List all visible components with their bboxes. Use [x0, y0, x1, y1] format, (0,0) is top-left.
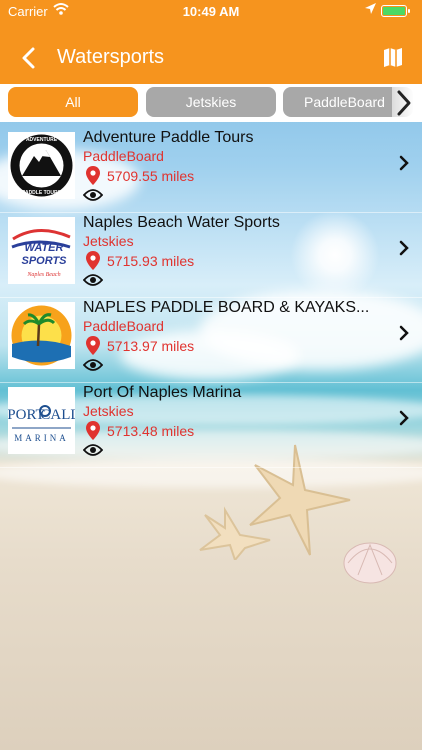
map-icon[interactable] [382, 46, 404, 68]
location-arrow-icon [365, 3, 376, 14]
listing-category: Jetskies [83, 403, 134, 419]
shell-image [343, 542, 397, 584]
app-header: Carrier 10:49 AM Watersports [0, 0, 422, 84]
business-logo [8, 302, 75, 369]
location-pin-icon [86, 251, 100, 270]
chevron-right-icon[interactable] [398, 407, 410, 429]
listing-category: Jetskies [83, 233, 134, 249]
status-bar: Carrier 10:49 AM [0, 0, 422, 22]
listing-name: Adventure Paddle Tours [83, 129, 254, 146]
svg-text:SPORTS: SPORTS [21, 255, 67, 267]
page-title: Watersports [57, 46, 165, 68]
chevron-right-icon[interactable] [398, 237, 410, 259]
list-item[interactable]: WATER SPORTS Naples Beach Naples Beach W… [0, 213, 422, 298]
business-logo: ADVENTURE PADDLE TOURS [8, 132, 75, 199]
svg-text:MARINA: MARINA [14, 433, 69, 443]
location-pin-icon [86, 166, 100, 185]
listing-distance: 5713.48 miles [107, 423, 195, 439]
svg-text:PADDLE TOURS: PADDLE TOURS [22, 190, 62, 196]
eye-icon [83, 189, 103, 201]
list-item[interactable]: ADVENTURE PADDLE TOURS Adventure Paddle … [0, 128, 422, 213]
eye-icon [83, 359, 103, 371]
filter-chip-jetskies[interactable]: Jetskies [146, 87, 276, 117]
svg-text:ADVENTURE: ADVENTURE [26, 137, 58, 143]
battery-icon [381, 5, 410, 17]
location-pin-icon [86, 421, 100, 440]
chevron-right-icon[interactable] [392, 86, 414, 120]
filter-chip-all[interactable]: All [8, 87, 138, 117]
chevron-left-icon[interactable] [18, 44, 42, 72]
chevron-right-icon[interactable] [398, 322, 410, 344]
status-time: 10:49 AM [182, 4, 240, 19]
listing-name: NAPLES PADDLE BOARD & KAYAKS... [83, 299, 370, 316]
eye-icon [83, 444, 103, 456]
listing-name: Port Of Naples Marina [83, 384, 242, 401]
listing-name: Naples Beach Water Sports [83, 214, 280, 231]
listing-category: PaddleBoard [83, 148, 164, 164]
chevron-right-icon[interactable] [398, 152, 410, 174]
location-pin-icon [86, 336, 100, 355]
list-item[interactable]: PORT CALL MARINA Port Of Naples Marina J… [0, 383, 422, 468]
eye-icon [83, 274, 103, 286]
listing-distance: 5713.97 miles [107, 338, 195, 354]
category-filter-bar: All Jetskies PaddleBoard [0, 84, 422, 122]
svg-text:WATER: WATER [25, 242, 64, 254]
nav-bar: Watersports [0, 30, 422, 84]
business-logo: PORT CALL MARINA [8, 387, 75, 454]
business-logo: WATER SPORTS Naples Beach [8, 217, 75, 284]
list-item[interactable]: NAPLES PADDLE BOARD & KAYAKS... PaddleBo… [0, 298, 422, 383]
svg-text:Naples Beach: Naples Beach [26, 272, 60, 278]
listing-distance: 5715.93 miles [107, 253, 195, 269]
listing-distance: 5709.55 miles [107, 168, 195, 184]
svg-text:CALL: CALL [40, 407, 75, 423]
listing-category: PaddleBoard [83, 318, 164, 334]
